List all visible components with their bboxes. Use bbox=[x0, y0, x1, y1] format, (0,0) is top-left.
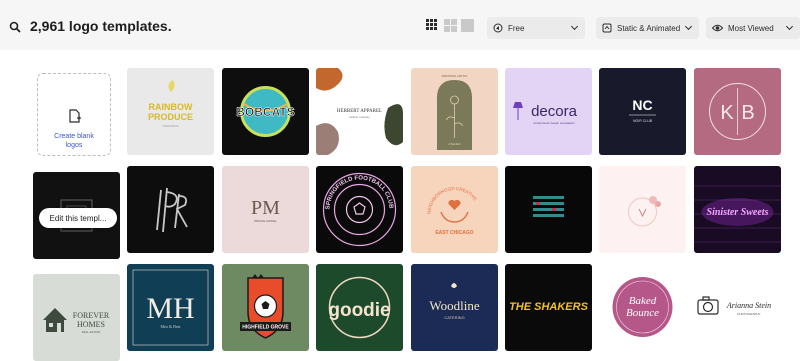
template-card-prince-model[interactable]: PM PRINCE MODEL bbox=[222, 166, 309, 253]
template-card-rainbow-produce[interactable]: RAINBOW PRODUCE ORGANICS bbox=[127, 68, 214, 155]
eastchicago-name: EAST CHICAGO bbox=[435, 230, 473, 236]
bobcats-name: BOBCATS bbox=[236, 105, 294, 119]
view-single-toggle[interactable] bbox=[461, 19, 474, 32]
type-filter-dropdown[interactable]: Static & Animated bbox=[596, 17, 699, 39]
type-icon bbox=[602, 23, 612, 33]
type-filter-label: Static & Animated bbox=[617, 23, 681, 33]
herbert-name: HERBERT APPAREL bbox=[337, 109, 382, 114]
license-icon bbox=[493, 23, 503, 33]
edit-template-button[interactable]: Edit this templ... bbox=[39, 208, 117, 228]
template-card-herbert-apparel[interactable]: HERBERT APPAREL fashion company bbox=[316, 68, 403, 155]
chevron-down-icon bbox=[570, 22, 579, 31]
template-card-decora[interactable]: decora virtual interior design consultat… bbox=[505, 68, 592, 155]
view-medium-grid-toggle[interactable] bbox=[444, 19, 457, 32]
search-icon[interactable] bbox=[6, 18, 24, 36]
single-view-icon bbox=[461, 19, 474, 32]
decora-tag: virtual interior design consultation bbox=[533, 121, 575, 125]
chevron-down-icon bbox=[684, 22, 693, 31]
template-card-east-chicago[interactable]: NEIGHBORHOOD CREATIVE EAST CHICAGO bbox=[411, 166, 498, 253]
goodie-name: goodie bbox=[328, 300, 390, 321]
mh-initials: MH bbox=[146, 292, 194, 325]
sort-filter-label: Most Viewed bbox=[728, 23, 774, 33]
template-card-goodie[interactable]: goodie bbox=[316, 264, 403, 351]
woodline-tag: CATERING bbox=[444, 315, 464, 320]
forever-line2: HOMES bbox=[77, 320, 105, 329]
eye-icon bbox=[712, 24, 723, 32]
template-card-forever-homes[interactable]: FOREVER HOMES REAL ESTATE bbox=[33, 274, 120, 361]
shakers-name: THE SHAKERS bbox=[509, 301, 589, 313]
kb-k: K bbox=[720, 102, 734, 124]
template-card-bobcats[interactable]: BOBCATS bbox=[222, 68, 309, 155]
template-card-mh-monogram[interactable]: MH Mist & Heat bbox=[127, 264, 214, 351]
template-card-noir-club[interactable]: NC NOIR CLUB bbox=[599, 68, 686, 155]
template-card-arianna-stein[interactable]: Arianna Stein PHOTOGRAPHY bbox=[694, 264, 781, 351]
pm-initials: PM bbox=[251, 197, 280, 219]
chevron-down-icon bbox=[785, 22, 794, 31]
license-filter-dropdown[interactable]: Free bbox=[487, 17, 585, 39]
kb-b: B bbox=[741, 102, 754, 124]
sinister-name: Sinister Sweets bbox=[707, 207, 769, 218]
template-card-neon-grid[interactable] bbox=[505, 166, 592, 253]
medium-grid-icon bbox=[444, 19, 457, 32]
mh-tag: Mist & Heat bbox=[161, 324, 182, 329]
atelier-top: WEDDING ARTIST bbox=[442, 74, 468, 78]
rainbow-line1: RAINBOW bbox=[149, 102, 193, 112]
forever-line1: FOREVER bbox=[73, 311, 110, 320]
forever-tag: REAL ESTATE bbox=[82, 330, 101, 334]
result-count: 2,961 logo templates. bbox=[30, 18, 172, 34]
template-card-sinister-sweets[interactable]: Sinister Sweets bbox=[694, 166, 781, 253]
grid-icon bbox=[426, 19, 437, 30]
create-blank-label: Create blank logos bbox=[54, 133, 94, 149]
create-blank-logo-card[interactable]: Create blank logos bbox=[37, 73, 111, 156]
license-filter-label: Free bbox=[508, 23, 525, 33]
template-card-highfield-grove[interactable]: HIGHFIELD GROVE bbox=[222, 264, 309, 351]
decora-name: decora bbox=[531, 103, 578, 120]
nc-tag: NOIR CLUB bbox=[633, 119, 653, 123]
view-large-grid-toggle[interactable] bbox=[426, 19, 437, 30]
template-card-kb-monogram[interactable]: K B bbox=[694, 68, 781, 155]
add-document-icon bbox=[69, 109, 81, 123]
toolbar: 2,961 logo templates. Free Static & Anim… bbox=[0, 0, 800, 50]
woodline-name: Woodline bbox=[429, 298, 479, 313]
rainbow-line3: ORGANICS bbox=[162, 124, 178, 128]
template-card-br-monogram[interactable] bbox=[127, 166, 214, 253]
sort-filter-dropdown[interactable]: Most Viewed bbox=[706, 17, 800, 39]
arianna-tag: PHOTOGRAPHY bbox=[737, 312, 760, 316]
rainbow-line2: PRODUCE bbox=[148, 112, 193, 122]
highfield-name: HIGHFIELD GROVE bbox=[242, 325, 289, 331]
baked-line2: Bounce bbox=[626, 307, 659, 319]
template-card-the-shakers[interactable]: THE SHAKERS bbox=[505, 264, 592, 351]
template-card-v-floral[interactable] bbox=[599, 166, 686, 253]
arianna-name: Arianna Stein bbox=[726, 301, 771, 310]
nc-initials: NC bbox=[632, 97, 652, 113]
template-card-baked-bounce[interactable]: Baked Bounce bbox=[599, 264, 686, 351]
template-card-woodline[interactable]: Woodline CATERING bbox=[411, 264, 498, 351]
atelier-bottom: ATELIER bbox=[448, 142, 461, 146]
pm-tag: PRINCE MODEL bbox=[254, 219, 277, 223]
herbert-tag: fashion company bbox=[349, 115, 370, 119]
template-card-springfield-fc[interactable]: SPRINGFIELD FOOTBALL CLUB bbox=[316, 166, 403, 253]
baked-line1: Baked bbox=[629, 295, 657, 307]
template-card-wedding-atelier[interactable]: WEDDING ARTIST ATELIER bbox=[411, 68, 498, 155]
